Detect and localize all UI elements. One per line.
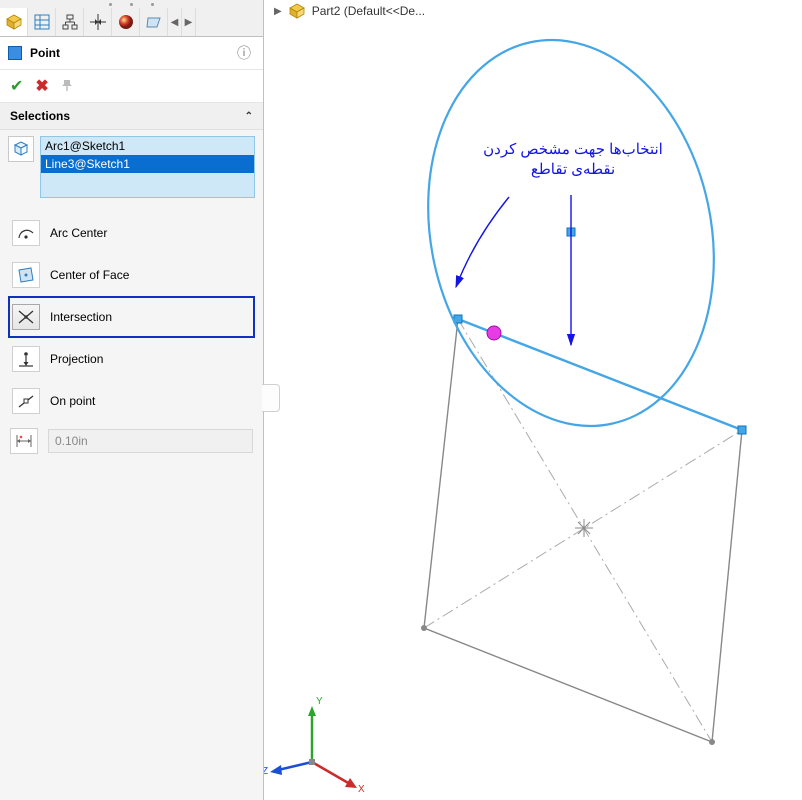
option-arc-center[interactable]: Arc Center: [8, 212, 255, 254]
sketch-plane-outline: [424, 319, 742, 742]
cube-wire-icon: [12, 140, 30, 158]
selections-label: Selections: [10, 109, 70, 123]
center-face-icon: [16, 265, 36, 285]
annotation-text: انتخاب‌ها جهت مشخص کردن نقطه‌ی تقاطع: [448, 140, 698, 181]
option-center-of-face[interactable]: Center of Face: [8, 254, 255, 296]
property-manager-panel: ◀ ▶ Point ⓘ ✔ ✖ Selections ⌃: [0, 0, 264, 800]
selection-item[interactable]: Line3@Sketch1: [41, 155, 254, 173]
selection-item[interactable]: Arc1@Sketch1: [41, 137, 254, 155]
panel-flyout-tab[interactable]: [262, 384, 280, 412]
cube-gold-icon: [5, 13, 23, 31]
cancel-button[interactable]: ✖: [35, 76, 48, 96]
panel-drag-handle[interactable]: [0, 0, 263, 8]
tab-nav-right[interactable]: ▶: [182, 8, 196, 36]
selections-body: Arc1@Sketch1 Line3@Sketch1: [0, 130, 263, 204]
option-label: Projection: [50, 352, 103, 366]
option-on-point[interactable]: On point: [8, 380, 255, 422]
point-feature-icon: [8, 46, 22, 60]
distance-input: [48, 429, 253, 453]
pin-button[interactable]: [61, 78, 75, 95]
tab-dim-manager[interactable]: [84, 8, 112, 36]
crosshair-icon: [90, 14, 106, 30]
svg-text:Y: Y: [316, 696, 323, 707]
option-projection[interactable]: Projection: [8, 338, 255, 380]
dimension-row: [8, 422, 255, 460]
option-label: Center of Face: [50, 268, 129, 282]
feature-header: Point ⓘ: [0, 37, 263, 70]
help-icon[interactable]: ⓘ: [233, 43, 255, 63]
plane-icon: [146, 14, 162, 30]
option-intersection[interactable]: Intersection: [8, 296, 255, 338]
svg-text:Z: Z: [264, 766, 268, 777]
pushpin-icon: [61, 78, 75, 92]
annotation-arrow: [456, 197, 509, 287]
option-label: On point: [50, 394, 95, 408]
entity-type-icon: [8, 136, 34, 162]
intersection-point: [487, 326, 501, 340]
selections-listbox[interactable]: Arc1@Sketch1 Line3@Sketch1: [40, 136, 255, 198]
selections-section-header[interactable]: Selections ⌃: [0, 103, 263, 130]
option-label: Intersection: [50, 310, 112, 324]
distance-icon: [14, 431, 34, 451]
axes-triad: Y X Z: [264, 696, 365, 795]
list-grid-icon: [34, 14, 50, 30]
tab-property-manager[interactable]: [28, 8, 56, 36]
ok-button[interactable]: ✔: [10, 76, 23, 96]
tab-unknown[interactable]: [140, 8, 168, 36]
tab-feature-manager[interactable]: [0, 8, 28, 36]
panel-tabs: ◀ ▶: [0, 8, 263, 37]
tab-display-manager[interactable]: [112, 8, 140, 36]
arc-center-icon: [16, 223, 36, 243]
point-options: Arc Center Center of Face: [0, 204, 263, 464]
chevron-up-icon: ⌃: [245, 111, 253, 122]
projection-icon: [16, 349, 36, 369]
scene-svg: Y X Z: [264, 0, 802, 800]
tree-icon: [62, 14, 78, 30]
tab-config-manager[interactable]: [56, 8, 84, 36]
tab-nav-left[interactable]: ◀: [168, 8, 182, 36]
intersection-icon: [16, 307, 36, 327]
option-label: Arc Center: [50, 226, 107, 240]
svg-text:X: X: [358, 784, 365, 795]
sphere-icon: [118, 14, 134, 30]
center-origin-icon: [575, 519, 593, 537]
graphics-area[interactable]: ▶ Part2 (Default<<De...: [264, 0, 802, 800]
feature-title: Point: [30, 46, 233, 60]
on-point-icon: [16, 391, 36, 411]
action-bar: ✔ ✖: [0, 70, 263, 103]
